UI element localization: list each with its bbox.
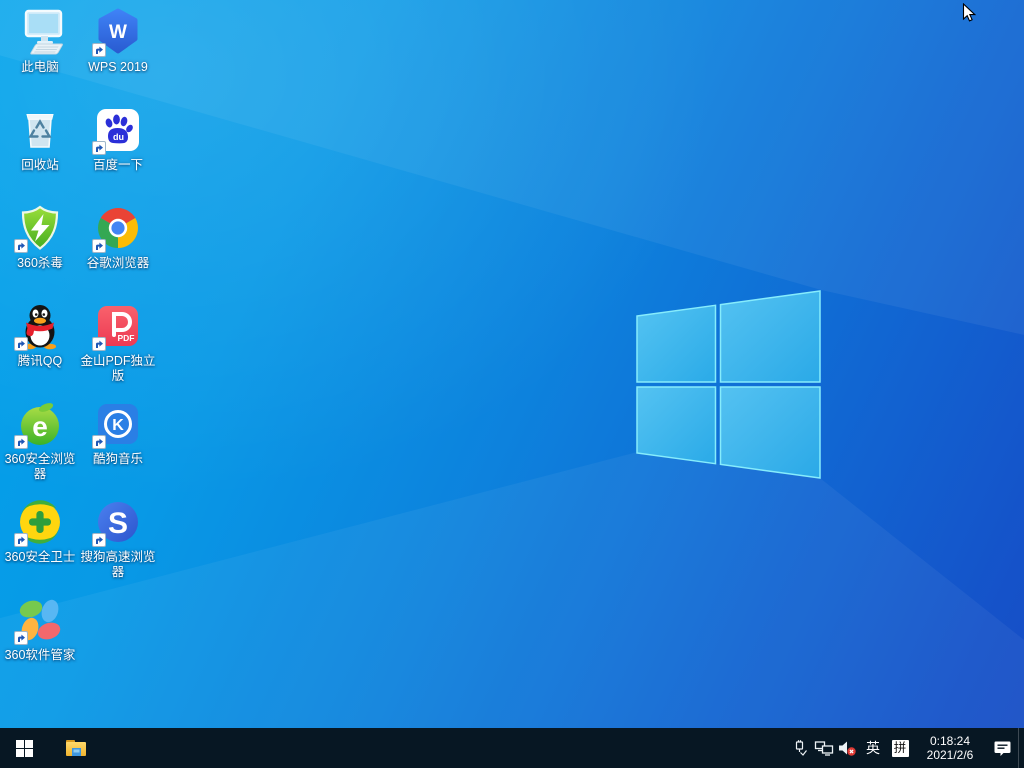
baidu-paw-icon: du: [94, 106, 142, 154]
desktop-icon-sogou-browser[interactable]: S 搜狗高速浏览器: [80, 498, 156, 580]
clock-time: 0:18:24: [930, 734, 970, 748]
desktop-icon-kingsoft-pdf[interactable]: PDF 金山PDF独立版: [80, 302, 156, 384]
ime-pinyin-badge: 拼: [892, 740, 909, 757]
svg-text:W: W: [109, 22, 127, 43]
svg-text:K: K: [112, 417, 124, 434]
start-button[interactable]: [0, 728, 48, 768]
svg-text:S: S: [108, 507, 128, 540]
desktop-icon-label: 腾讯QQ: [18, 354, 62, 369]
clock-date: 2021/2/6: [927, 748, 974, 762]
wps-hexagon-icon: W: [94, 8, 142, 56]
shortcut-arrow-icon: [92, 533, 106, 547]
desktop-icon-grid: 此电脑 W WPS 2019: [2, 0, 162, 728]
green-e-browser-icon: e: [16, 400, 64, 448]
shortcut-arrow-icon: [14, 435, 28, 449]
shortcut-arrow-icon: [14, 337, 28, 351]
shortcut-arrow-icon: [92, 43, 106, 57]
desktop-icon-kugou-music[interactable]: K 酷狗音乐: [80, 400, 156, 467]
desktop-icon-360-browser[interactable]: e 360安全浏览器: [2, 400, 78, 482]
desktop-icon-label: 百度一下: [93, 158, 143, 173]
computer-icon: [16, 8, 64, 56]
four-petals-icon: [16, 596, 64, 644]
chrome-icon: [94, 204, 142, 252]
pdf-icon: PDF: [94, 302, 142, 350]
ime-pinyin-indicator[interactable]: 拼: [886, 728, 914, 768]
windows-logo: [630, 284, 826, 486]
taskbar: 英 拼 0:18:24 2021/2/6: [0, 728, 1024, 768]
qq-penguin-icon: [16, 302, 64, 350]
desktop-icon-360-antivirus[interactable]: 360杀毒: [2, 204, 78, 271]
clock[interactable]: 0:18:24 2021/2/6: [914, 728, 986, 768]
shortcut-arrow-icon: [14, 631, 28, 645]
action-center-icon: [993, 739, 1012, 758]
recycle-bin-icon: [16, 106, 64, 154]
volume-muted-tray-icon[interactable]: [836, 728, 860, 768]
desktop-icon-tencent-qq[interactable]: 腾讯QQ: [2, 302, 78, 369]
svg-text:e: e: [32, 411, 48, 442]
action-center-button[interactable]: [986, 728, 1018, 768]
desktop-icon-label: 搜狗高速浏览器: [80, 550, 156, 580]
desktop-icon-label: 360安全浏览器: [2, 452, 78, 482]
desktop-icon-this-pc[interactable]: 此电脑: [2, 8, 78, 75]
windows-start-icon: [16, 740, 33, 757]
shortcut-arrow-icon: [92, 435, 106, 449]
desktop-icon-label: 360杀毒: [17, 256, 63, 271]
show-desktop-button[interactable]: [1018, 728, 1024, 768]
desktop-icon-label: 谷歌浏览器: [87, 256, 150, 271]
desktop-icon-label: 360软件管家: [5, 648, 76, 663]
sogou-s-icon: S: [94, 498, 142, 546]
shortcut-arrow-icon: [92, 239, 106, 253]
shortcut-arrow-icon: [92, 337, 106, 351]
system-tray: 英 拼 0:18:24 2021/2/6: [788, 728, 1024, 768]
desktop-icon-360-safeguard[interactable]: 360安全卫士: [2, 498, 78, 565]
usb-tray-icon[interactable]: [788, 728, 812, 768]
shortcut-arrow-icon: [14, 533, 28, 547]
shield-lightning-icon: [16, 204, 64, 252]
shortcut-arrow-icon: [14, 239, 28, 253]
shortcut-arrow-icon: [92, 141, 106, 155]
green-plus-icon: [16, 498, 64, 546]
file-explorer-button[interactable]: [52, 728, 100, 768]
desktop-icon-label: 金山PDF独立版: [80, 354, 156, 384]
svg-text:PDF: PDF: [118, 333, 135, 343]
desktop-icon-label: 酷狗音乐: [93, 452, 143, 467]
desktop-icon-360-software-manager[interactable]: 360软件管家: [2, 596, 78, 663]
desktop-icon-label: WPS 2019: [88, 60, 148, 75]
ime-language-indicator[interactable]: 英: [860, 728, 886, 768]
desktop-icon-recycle-bin[interactable]: 回收站: [2, 106, 78, 173]
desktop-icon-baidu[interactable]: du 百度一下: [80, 106, 156, 173]
file-explorer-icon: [64, 736, 88, 760]
desktop-icon-label: 回收站: [21, 158, 59, 173]
desktop-icon-label: 360安全卫士: [5, 550, 76, 565]
svg-text:du: du: [113, 132, 124, 142]
network-tray-icon[interactable]: [812, 728, 836, 768]
desktop-icon-wps-2019[interactable]: W WPS 2019: [80, 8, 156, 75]
kugou-k-icon: K: [94, 400, 142, 448]
desktop-icon-chrome[interactable]: 谷歌浏览器: [80, 204, 156, 271]
desktop-icon-label: 此电脑: [21, 60, 59, 75]
